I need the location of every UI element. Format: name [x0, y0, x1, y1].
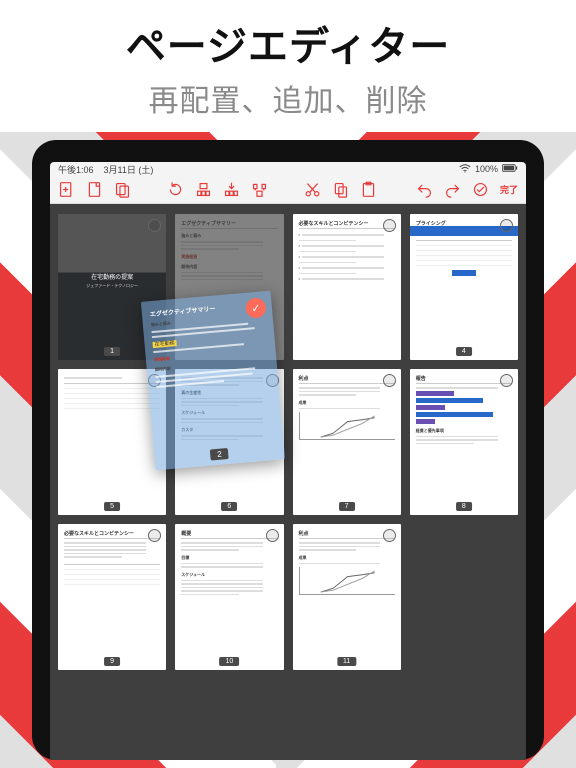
battery-icon [502, 164, 518, 174]
duplicate-button[interactable] [114, 181, 131, 198]
line-chart-icon [299, 412, 395, 440]
page-number: 5 [104, 502, 120, 511]
page-number: 8 [456, 502, 472, 511]
select-circle[interactable] [500, 374, 513, 387]
wifi-icon [459, 164, 471, 175]
dragged-page[interactable]: エグゼクティブサマリー 強みと弱み 在宅勤務 実施経過 期待内容 2 [141, 291, 285, 471]
page-number: 11 [337, 657, 356, 666]
bar-chart-icon [416, 391, 512, 424]
copy-button[interactable] [332, 181, 349, 198]
page-thumb-7[interactable]: 利点 成果 7 [293, 369, 401, 515]
page-number: 4 [456, 347, 472, 356]
page-grid-canvas[interactable]: 在宅勤務の提案 ジェファード・テクノロジー 1 エグゼクティブサマリー 強みと弱… [50, 204, 526, 760]
select-all-button[interactable] [472, 181, 489, 198]
page-number: 1 [104, 347, 120, 356]
toolbar: 完了 [50, 176, 526, 204]
select-circle[interactable] [383, 219, 396, 232]
redo-button[interactable] [444, 181, 461, 198]
cut-button[interactable] [304, 181, 321, 198]
select-circle[interactable] [148, 529, 161, 542]
page-thumb-10[interactable]: 概要 目標 スケジュール 10 [175, 524, 283, 670]
page-number: 2 [210, 448, 229, 461]
status-left: 午後1:06 3月11日 (土) [58, 163, 153, 176]
blank-page-button[interactable] [86, 181, 103, 198]
paste-button[interactable] [360, 181, 377, 198]
insert-button[interactable] [223, 181, 240, 198]
page-thumb-11[interactable]: 利点 成果 11 [293, 524, 401, 670]
cover-title: 在宅勤務の提案 [58, 272, 166, 281]
select-circle[interactable] [383, 374, 396, 387]
status-bar: 午後1:06 3月11日 (土) 100% [50, 162, 526, 176]
done-button[interactable]: 完了 [500, 181, 518, 198]
page-thumb-3[interactable]: 必要なスキルとコンピテンシー [293, 214, 401, 360]
select-circle[interactable] [500, 219, 513, 232]
promo-header: ページエディター 再配置、追加、削除 [0, 0, 576, 132]
line-chart-icon [299, 567, 395, 595]
page-thumb-4[interactable]: プライシング 4 [410, 214, 518, 360]
undo-button[interactable] [416, 181, 433, 198]
page-number: 7 [339, 502, 355, 511]
page-number: 6 [221, 502, 237, 511]
rotate-button[interactable] [167, 181, 184, 198]
extract-button[interactable] [195, 181, 212, 198]
page-title: ページエディター [0, 14, 576, 72]
status-right: 100% [459, 164, 518, 175]
page-thumb-9[interactable]: 必要なスキルとコンピテンシー 9 [58, 524, 166, 670]
page-number: 10 [219, 657, 239, 666]
select-circle[interactable] [266, 529, 279, 542]
cover-subtitle: ジェファード・テクノロジー [58, 283, 166, 289]
status-date: 3月11日 (土) [104, 165, 154, 175]
ipad-frame: 午後1:06 3月11日 (土) 100% [32, 140, 544, 760]
merge-button[interactable] [251, 181, 268, 198]
page-thumb-8[interactable]: 報告 経費と優先事項 8 [410, 369, 518, 515]
page-grid: 在宅勤務の提案 ジェファード・テクノロジー 1 エグゼクティブサマリー 強みと弱… [58, 214, 518, 670]
page-subtitle: 再配置、追加、削除 [0, 76, 576, 120]
add-page-button[interactable] [58, 181, 75, 198]
page-number: 9 [104, 657, 120, 666]
select-circle[interactable] [383, 529, 396, 542]
battery-pct: 100% [475, 164, 498, 174]
status-time: 午後1:06 [58, 165, 94, 175]
